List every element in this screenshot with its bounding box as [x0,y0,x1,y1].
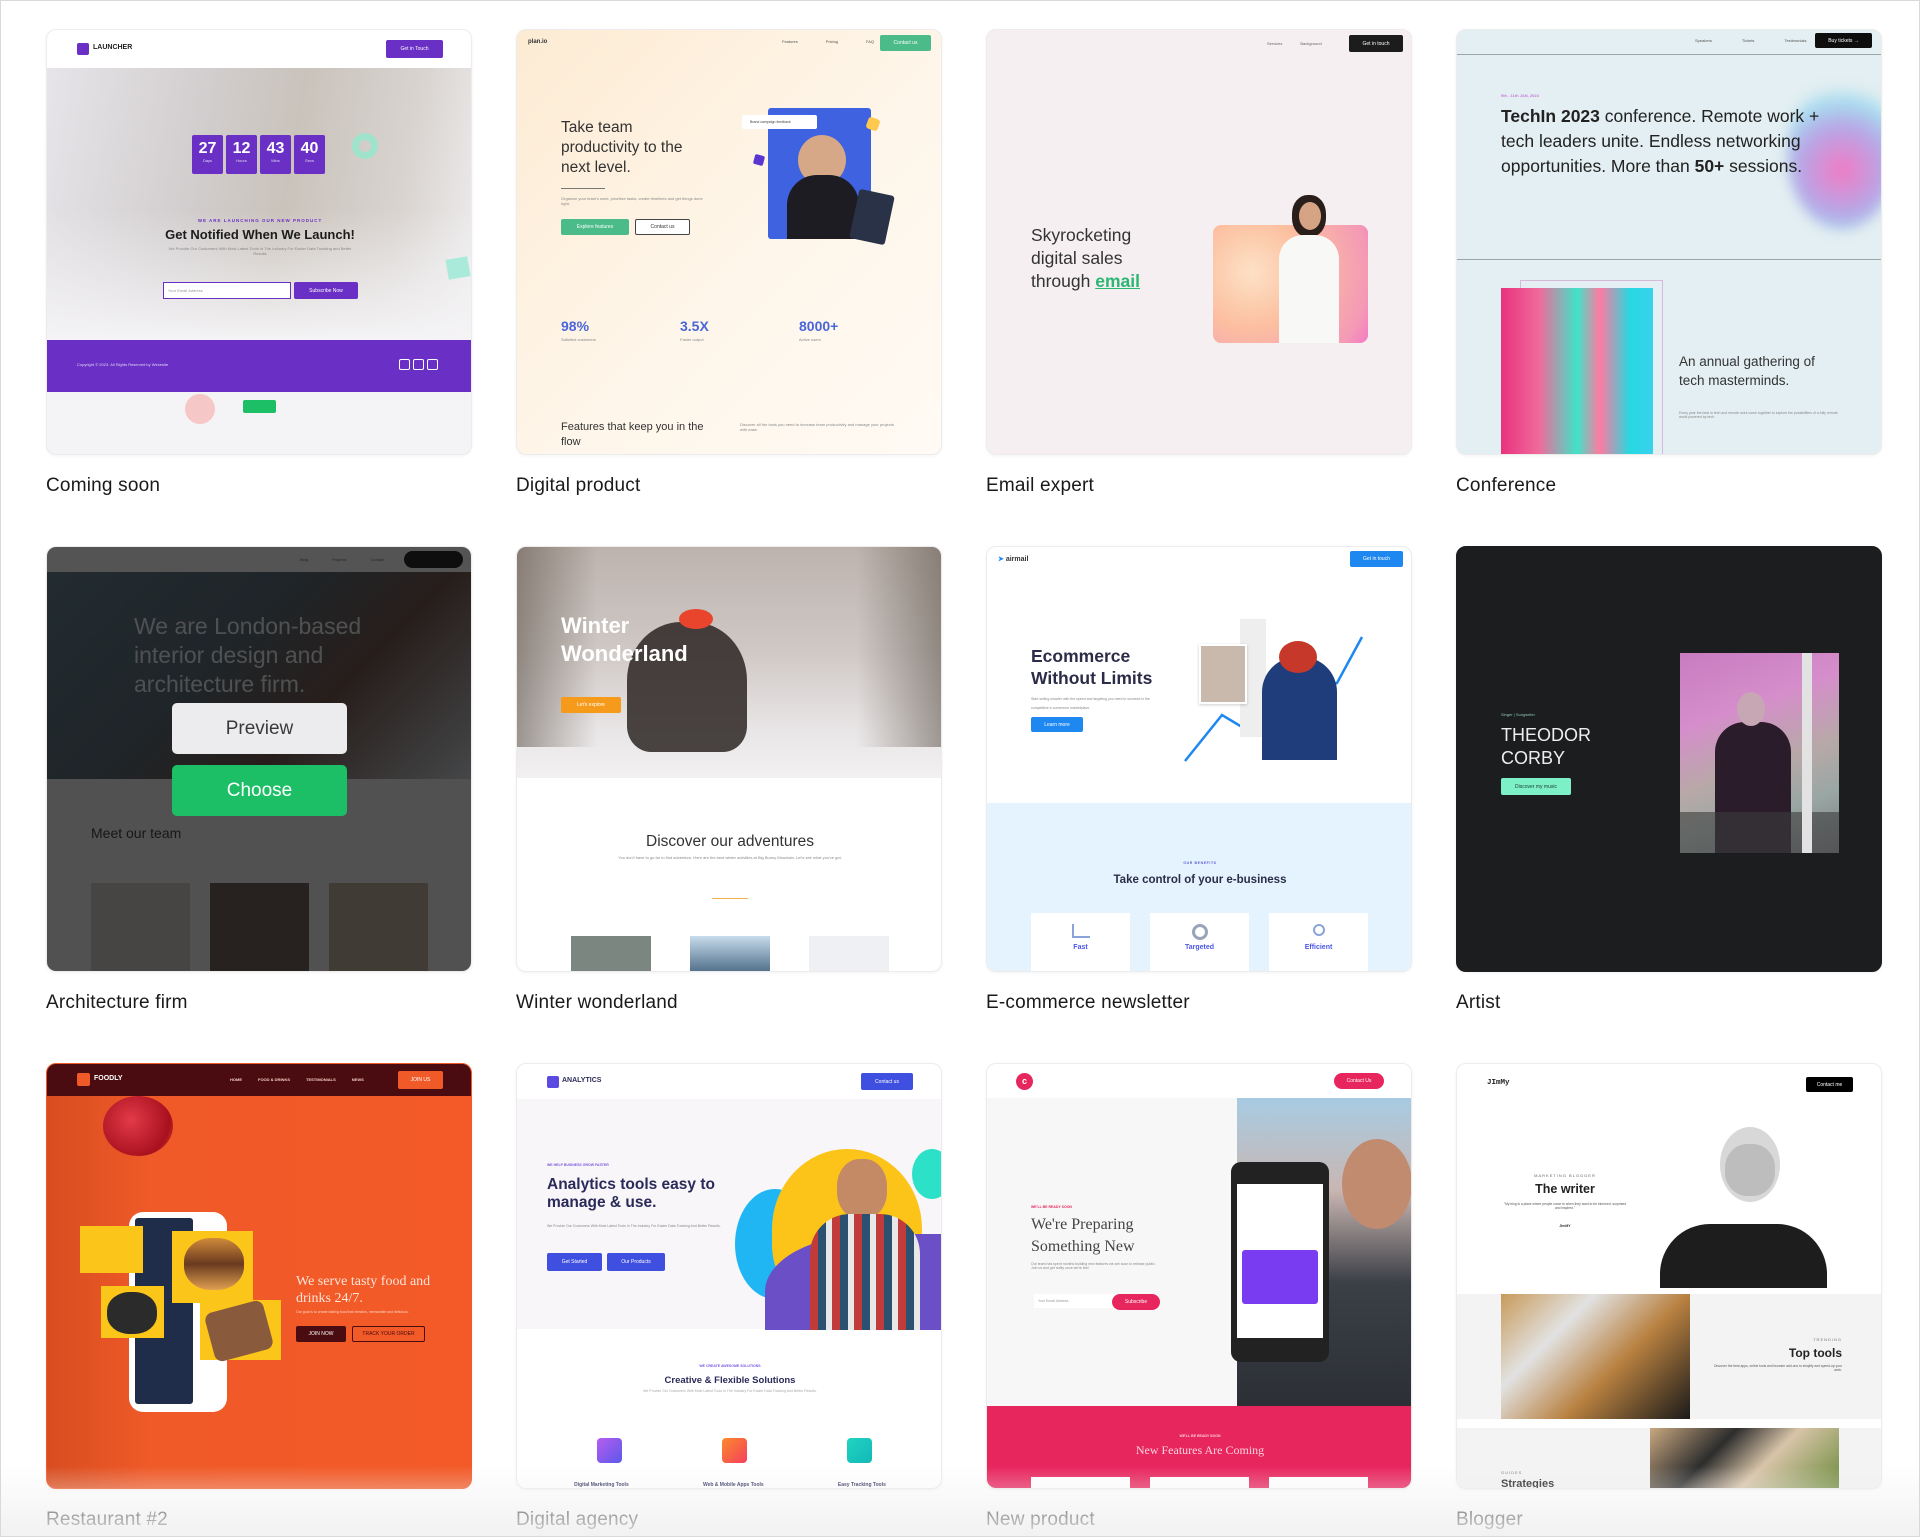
stats: 98% Satisfied customers 3.5X Faster output… [561,318,839,342]
template-title: Winter wonderland [516,992,678,1013]
template-title: Coming soon [46,475,161,496]
thumb-nav-button: Get in Touch [386,40,443,58]
template-title: Digital product [516,475,641,496]
template-thumbnail[interactable]: LAUNCHER Get in Touch 27 Days 12 Hours 43 M… [46,29,472,455]
thumb-headline: Analytics tools easy to manage & use. [547,1176,715,1211]
tools-photo [1501,1294,1690,1419]
food-card [80,1226,143,1273]
template-card-restaurant-2[interactable]: FOODLY HOME FOOD & DRINKS TESTIMONIALS NEWS… [46,1063,472,1531]
choose-button[interactable]: Choose [172,765,347,816]
template-card-winter-wonderland[interactable]: Winter Wonderland Let's explore Discover… [516,546,942,1014]
template-thumbnail[interactable]: Singer | Songwriter THEODOR CORBY Discov… [1456,546,1882,972]
thumb-headline: THEODOR CORBY [1501,725,1591,768]
thumb-headline: We serve tasty food and drinks 24/7. [296,1274,431,1306]
burger-image [184,1238,244,1290]
mobile-icon [722,1438,747,1463]
thumb-logo: LAUNCHER [93,44,133,51]
browser-icon [847,1438,872,1463]
template-card-artist[interactable]: Singer | Songwriter THEODOR CORBY Discov… [1456,546,1882,1014]
template-title: E-commerce newsletter [986,992,1190,1013]
check-icon [752,153,766,167]
preview-button[interactable]: Preview [172,703,347,754]
decor-circle-icon [185,394,215,424]
phone-mockup [1231,1162,1329,1362]
grapes-image [103,1096,173,1156]
adventure-photo [571,936,651,971]
template-title: Conference [1456,475,1557,496]
countdown: 27 Days 12 Hours 43 Mins 40 Secs [192,135,325,174]
template-title: Digital agency [516,1509,639,1530]
template-card-digital-product[interactable]: plan.io Features Pricing FAQ Contact us Ta… [516,29,942,497]
decor-square-icon [445,256,471,280]
thumb-headline: Ecommerce Without Limits [1031,646,1153,688]
template-thumbnail[interactable]: plan.io Features Pricing FAQ Contact us Ta… [516,29,942,455]
template-title: Restaurant #2 [46,1509,168,1530]
thumb-headline: Take team productivity to the next level… [561,119,683,176]
thumb-headline: Winter Wonderland [561,613,688,666]
template-title: New product [986,1509,1095,1530]
template-thumbnail[interactable]: JImMy Contact me MARKETING BLOGGER The w… [1456,1063,1882,1489]
rocket-logo-icon [77,43,89,55]
thumb-headline: Skyrocketing digital sales through email [1031,225,1140,291]
adventure-photo [690,936,770,971]
template-title: Artist [1456,992,1501,1013]
facebook-icon [427,359,438,370]
guides-photo [1650,1428,1839,1488]
thumb-headline: The writer [1535,1182,1595,1196]
analytics-logo-icon [547,1076,559,1088]
template-thumbnail[interactable]: Winter Wonderland Let's explore Discover… [516,546,942,972]
megaphone-icon [597,1438,622,1463]
template-card-conference[interactable]: Speakers Tickets Testimonials Buy tickets … [1456,29,1882,497]
template-card-ecommerce-newsletter[interactable]: ➤ airmail Get in touch Ecommerce Without… [986,546,1412,1014]
template-card-digital-agency[interactable]: ANALYTICS Contact us WE HELP BUSINESS GR… [516,1063,942,1531]
logo-icon: c [1016,1073,1033,1090]
hand-coin-icon [1312,924,1325,936]
person-photo [1279,235,1339,343]
template-title: Blogger [1456,1509,1523,1530]
template-thumbnail[interactable]: ANALYTICS Contact us WE HELP BUSINESS GR… [516,1063,942,1489]
template-thumbnail[interactable]: ➤ airmail Get in touch Ecommerce Without… [986,546,1412,972]
template-gallery: LAUNCHER Get in Touch 27 Days 12 Hours 43 M… [0,0,1920,1537]
instagram-icon [399,359,410,370]
event-photo [1501,288,1653,454]
thumb-headline: TechIn 2023 conference. Remote work + te… [1501,106,1820,176]
template-card-blogger[interactable]: JImMy Contact me MARKETING BLOGGER The w… [1456,1063,1882,1531]
template-card-new-product[interactable]: c Contact Us WE'LL BE READY SOON We're P… [986,1063,1412,1531]
template-card-email-expert[interactable]: Services Background Get in touch Skyrocke… [986,29,1412,497]
template-title: Architecture firm [46,992,188,1013]
twitter-icon [413,359,424,370]
template-thumbnail[interactable]: Services Background Get in touch Skyrocke… [986,29,1412,455]
template-card-coming-soon[interactable]: LAUNCHER Get in Touch 27 Days 12 Hours 43 M… [46,29,472,497]
badge-icon [243,400,276,413]
thumb-headline: We're Preparing Something New [1031,1216,1135,1255]
template-card-architecture-firm[interactable]: BlogProjectsContact We are London-based … [46,546,472,1014]
template-thumbnail[interactable]: BlogProjectsContact We are London-based … [46,546,472,972]
bar-chart-icon [1071,924,1090,938]
template-thumbnail[interactable]: Speakers Tickets Testimonials Buy tickets … [1456,29,1882,455]
template-thumbnail[interactable]: c Contact Us WE'LL BE READY SOON We're P… [986,1063,1412,1489]
paper-plane-icon: ➤ [998,556,1004,563]
person-photo [837,1159,887,1219]
thumb-headline: Get Notified When We Launch! [165,227,355,242]
adventure-photo [809,936,889,971]
template-thumbnail[interactable]: FOODLY HOME FOOD & DRINKS TESTIMONIALS NEWS… [46,1063,472,1489]
template-title: Email expert [986,475,1094,496]
foodly-logo-icon [77,1073,90,1086]
target-icon [1191,924,1208,940]
decor-ring-icon [352,133,378,159]
hover-overlay [47,547,471,971]
